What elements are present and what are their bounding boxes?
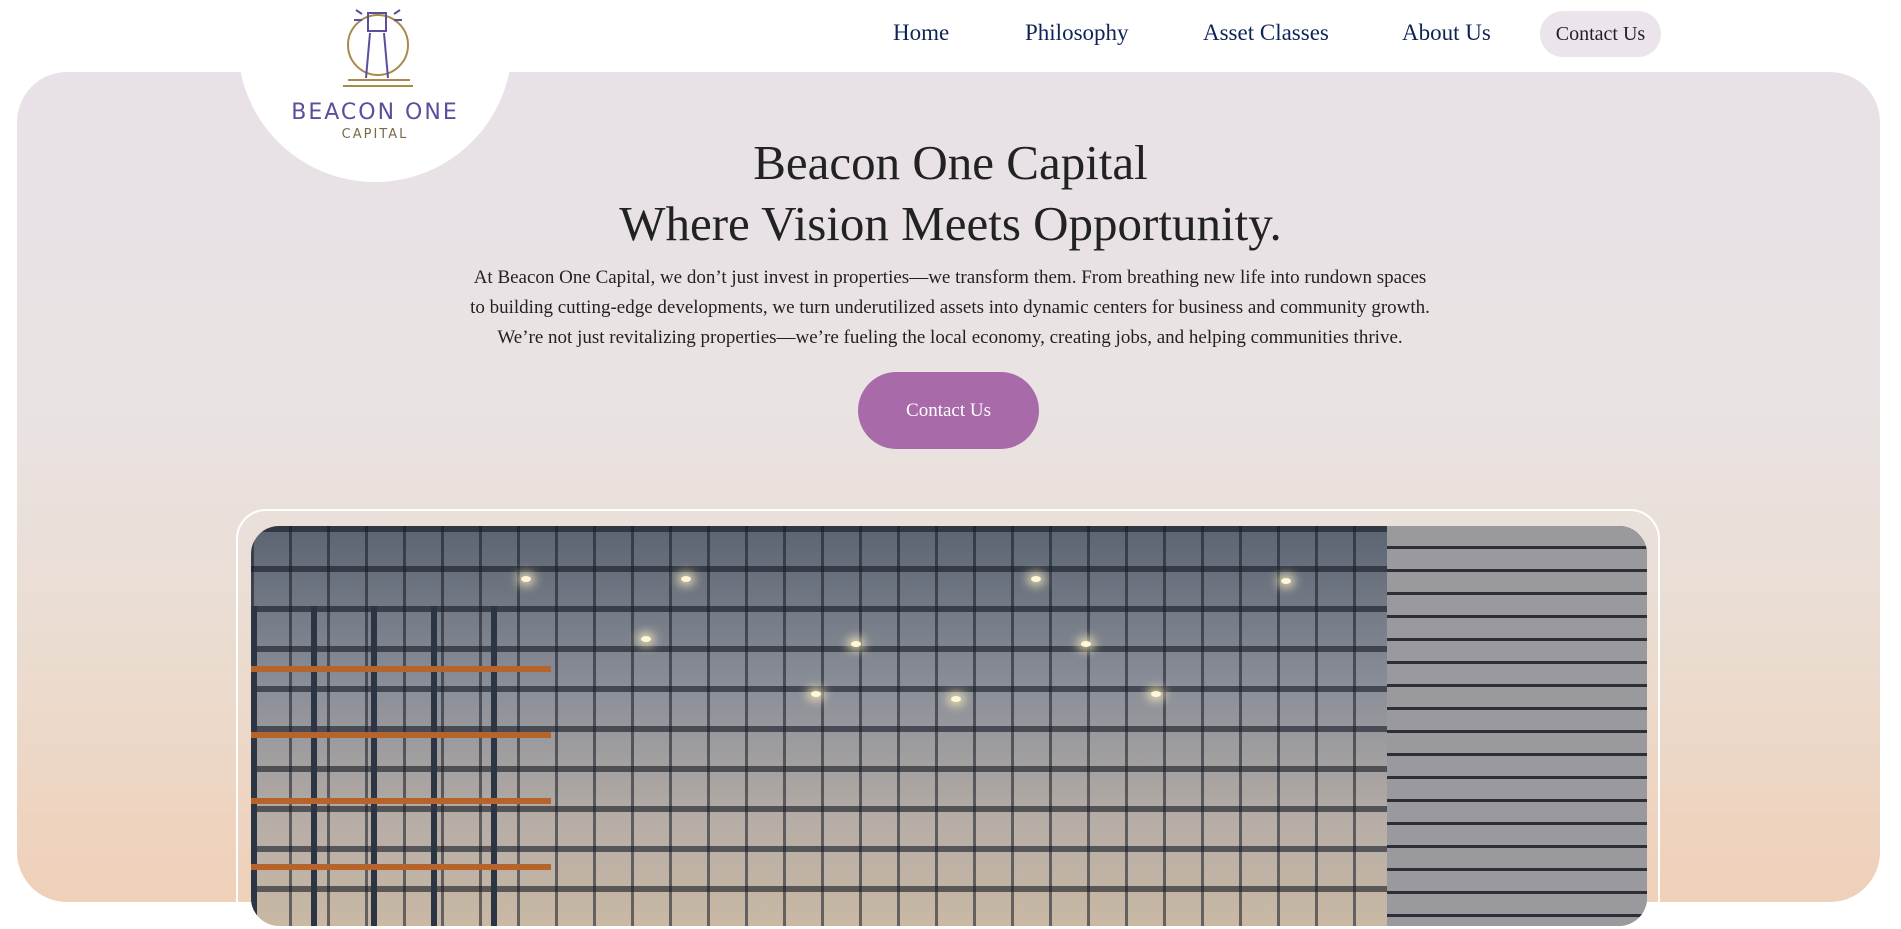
nav-contact-button[interactable]: Contact Us (1540, 11, 1661, 57)
logo-name: BEACON ONE (291, 100, 459, 125)
title-line-1: Beacon One Capital (753, 135, 1148, 190)
ceiling-light (951, 696, 961, 702)
ceiling-light (521, 576, 531, 582)
ceiling-light (811, 691, 821, 697)
hero-description: At Beacon One Capital, we don’t just inv… (420, 263, 1480, 353)
nav-asset-classes[interactable]: Asset Classes (1203, 20, 1329, 46)
description-line: to building cutting-edge developments, w… (470, 297, 1430, 318)
description-line: At Beacon One Capital, we don’t just inv… (473, 267, 1427, 288)
logo-subtitle: CAPITAL (341, 127, 409, 142)
ceiling-light (1031, 576, 1041, 582)
title-line-2: Where Vision Meets Opportunity. (619, 196, 1282, 251)
shelving (251, 606, 551, 926)
warehouse-image (251, 526, 1647, 926)
logo[interactable]: BEACON ONE CAPITAL (238, 0, 512, 182)
nav-philosophy[interactable]: Philosophy (1025, 20, 1129, 46)
ceiling-light (851, 641, 861, 647)
ceiling-light (681, 576, 691, 582)
ceiling-light (1151, 691, 1161, 697)
ceiling-light (1081, 641, 1091, 647)
ceiling-light (641, 636, 651, 642)
warehouse-wall (1387, 526, 1647, 926)
nav-home[interactable]: Home (893, 20, 949, 46)
hero-contact-button[interactable]: Contact Us (858, 372, 1039, 449)
lighthouse-icon (343, 9, 413, 87)
nav-about-us[interactable]: About Us (1402, 20, 1491, 46)
ceiling-light (1281, 578, 1291, 584)
description-line: We’re not just revitalizing properties—w… (497, 327, 1403, 348)
